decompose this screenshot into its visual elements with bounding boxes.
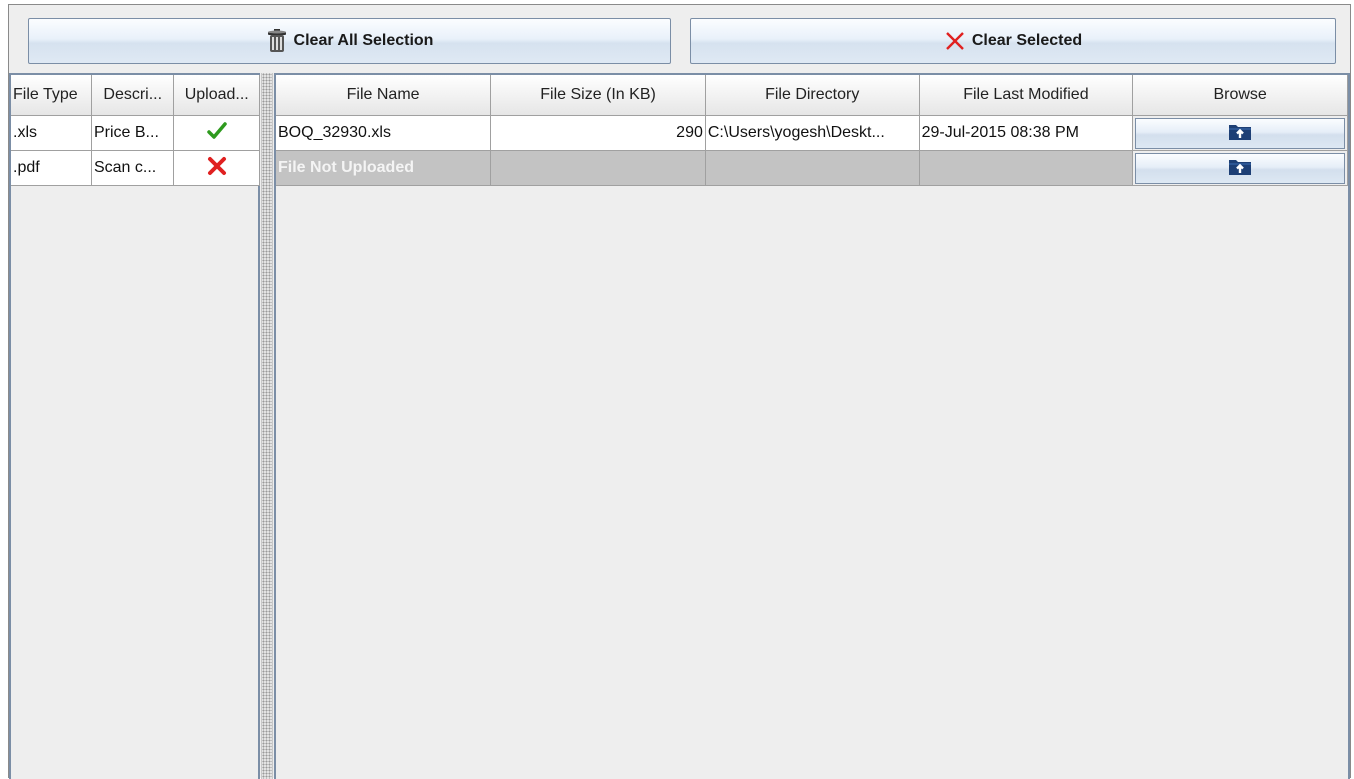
file-type-cell[interactable]: .pdf [11, 150, 92, 186]
uploaded-status-cell[interactable] [173, 150, 260, 186]
file-details-table: File Name File Size (In KB) File Directo… [276, 75, 1348, 186]
file-name-cell[interactable]: File Not Uploaded [276, 150, 492, 186]
file-size-cell[interactable] [490, 150, 706, 186]
table-row[interactable]: .xls Price B... [11, 115, 260, 151]
column-header-uploaded[interactable]: Upload... [173, 75, 260, 116]
file-type-cell[interactable]: .xls [11, 115, 92, 151]
browse-cell [1132, 150, 1348, 186]
file-type-table: File Type Descri... Upload... .xls Price… [11, 75, 260, 186]
last-modified-cell[interactable] [919, 150, 1134, 186]
column-header-browse[interactable]: Browse [1132, 75, 1348, 116]
folder-upload-icon [1228, 156, 1252, 181]
table-row[interactable]: File Not Uploaded [276, 150, 1348, 186]
file-name-cell[interactable]: BOQ_32930.xls [276, 115, 492, 151]
red-x-icon [207, 156, 227, 180]
trash-bin-icon [266, 29, 288, 53]
clear-selected-button[interactable]: Clear Selected [690, 18, 1336, 64]
column-header-file-type[interactable]: File Type [11, 75, 92, 116]
red-x-icon [944, 29, 966, 53]
browse-button[interactable] [1135, 117, 1345, 149]
column-header-description[interactable]: Descri... [91, 75, 175, 116]
browse-cell [1132, 115, 1348, 151]
last-modified-cell[interactable]: 29-Jul-2015 08:38 PM [919, 115, 1134, 151]
file-directory-cell[interactable]: C:\Users\yogesh\Deskt... [705, 115, 920, 151]
green-check-icon [206, 121, 227, 145]
clear-all-selection-label: Clear All Selection [293, 32, 434, 49]
uploaded-status-cell[interactable] [173, 115, 260, 151]
clear-selected-label: Clear Selected [971, 32, 1083, 49]
file-size-cell[interactable]: 290 [490, 115, 706, 151]
column-header-file-last-modified[interactable]: File Last Modified [919, 75, 1134, 116]
column-header-file-directory[interactable]: File Directory [705, 75, 920, 116]
browse-button[interactable] [1135, 152, 1345, 184]
file-upload-panel: Clear All Selection Clear Selected File … [8, 4, 1351, 779]
column-header-file-size[interactable]: File Size (In KB) [490, 75, 706, 116]
column-header-file-name[interactable]: File Name [276, 75, 492, 116]
file-type-list-pane: File Type Descri... Upload... .xls Price… [9, 73, 260, 779]
folder-upload-icon [1228, 121, 1252, 146]
table-row[interactable]: BOQ_32930.xls 290 C:\Users\yogesh\Deskt.… [276, 115, 1348, 151]
file-details-pane: File Name File Size (In KB) File Directo… [274, 73, 1350, 779]
file-directory-cell[interactable] [705, 150, 920, 186]
clear-all-selection-button[interactable]: Clear All Selection [28, 18, 671, 64]
table-row[interactable]: .pdf Scan c... [11, 150, 260, 186]
split-pane-divider[interactable] [261, 73, 273, 779]
description-cell[interactable]: Price B... [91, 115, 175, 151]
description-cell[interactable]: Scan c... [91, 150, 175, 186]
